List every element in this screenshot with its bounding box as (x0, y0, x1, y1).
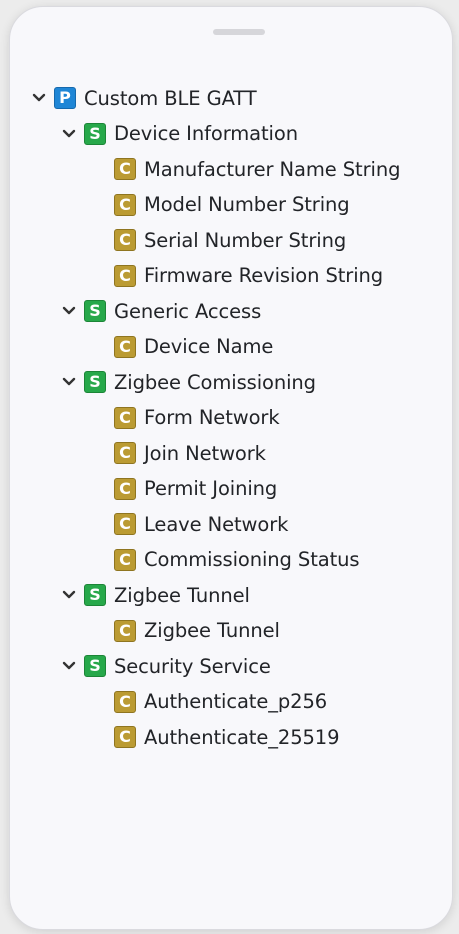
chevron-down-icon[interactable] (60, 657, 78, 675)
characteristic-icon: C (114, 193, 136, 216)
tree-node-profile[interactable]: P Custom BLE GATT (30, 85, 257, 111)
tree-item-label: Device Information (114, 122, 298, 145)
tree-item-label: Zigbee Tunnel (114, 583, 250, 607)
chevron-down-icon[interactable] (60, 302, 78, 320)
characteristic-icon: C (114, 477, 136, 500)
tree-item-label: Custom BLE GATT (84, 86, 257, 110)
service-icon: S (84, 300, 106, 322)
chevron-down-icon[interactable] (30, 89, 48, 107)
tree-node-service[interactable]: S Generic Access (60, 298, 261, 324)
tree-item-label: Zigbee Comissioning (114, 370, 316, 394)
tree-node-service[interactable]: S Zigbee Tunnel (60, 582, 250, 608)
tree-item-label: Serial Number String (144, 228, 347, 252)
characteristic-icon: C (114, 726, 136, 748)
tree-node-characteristic[interactable]: C Device Name (114, 334, 273, 360)
characteristic-icon: C (114, 406, 136, 429)
tree-node-service[interactable]: S Security Service (60, 653, 271, 679)
tree-item-label: Permit Joining (144, 477, 278, 500)
tree-node-characteristic[interactable]: C Model Number String (114, 192, 350, 218)
tree-node-service[interactable]: S Zigbee Comissioning (60, 369, 316, 395)
tree-node-characteristic[interactable]: C Authenticate_25519 (114, 724, 340, 750)
tree-node-characteristic[interactable]: C Firmware Revision String (114, 263, 383, 289)
tree-item-label: Join Network (144, 441, 266, 465)
profile-icon: P (54, 87, 76, 109)
characteristic-icon: C (114, 264, 136, 287)
tree-node-characteristic[interactable]: C Zigbee Tunnel (114, 618, 280, 644)
characteristic-icon: C (114, 619, 136, 642)
tree-item-label: Security Service (114, 654, 271, 678)
chevron-down-icon[interactable] (60, 373, 78, 391)
service-icon: S (84, 122, 106, 145)
characteristic-icon: C (114, 548, 136, 571)
tree-node-service[interactable]: S Device Information (60, 121, 298, 147)
tree-item-label: Authenticate_25519 (144, 725, 340, 749)
chevron-down-icon[interactable] (60, 586, 78, 604)
tree-item-label: Zigbee Tunnel (144, 619, 280, 642)
characteristic-icon: C (114, 442, 136, 464)
tree-node-characteristic[interactable]: C Form Network (114, 405, 280, 431)
characteristic-icon: C (114, 690, 136, 713)
characteristic-icon: C (114, 513, 136, 535)
drag-handle[interactable] (213, 29, 265, 35)
tree-node-characteristic[interactable]: C Leave Network (114, 511, 288, 537)
tree-item-label: Commissioning Status (144, 548, 360, 571)
tree-item-label: Model Number String (144, 193, 350, 216)
tree-node-characteristic[interactable]: C Permit Joining (114, 476, 277, 502)
tree-item-label: Authenticate_p256 (144, 690, 328, 713)
characteristic-icon: C (114, 335, 136, 358)
chevron-down-icon[interactable] (60, 125, 78, 143)
tree-node-characteristic[interactable]: C Authenticate_p256 (114, 689, 327, 715)
tree-item-label: Generic Access (114, 299, 262, 323)
gatt-tree-panel: P Custom BLE GATT S Device Information C Manu… (9, 6, 453, 930)
tree-node-characteristic[interactable]: C Manufacturer Name String (114, 156, 400, 182)
tree-node-characteristic[interactable]: C Serial Number String (114, 227, 346, 253)
tree-item-label: Form Network (144, 406, 280, 429)
tree-node-characteristic[interactable]: C Join Network (114, 440, 266, 466)
tree-item-label: Manufacturer Name String (144, 157, 401, 181)
service-icon: S (84, 655, 106, 677)
service-icon: S (84, 584, 106, 606)
tree-node-characteristic[interactable]: C Commissioning Status (114, 547, 360, 573)
characteristic-icon: C (114, 158, 136, 180)
tree-item-label: Firmware Revision String (144, 264, 384, 287)
tree-item-label: Leave Network (144, 512, 289, 536)
tree-item-label: Device Name (144, 335, 274, 358)
service-icon: S (84, 371, 106, 393)
characteristic-icon: C (114, 229, 136, 251)
